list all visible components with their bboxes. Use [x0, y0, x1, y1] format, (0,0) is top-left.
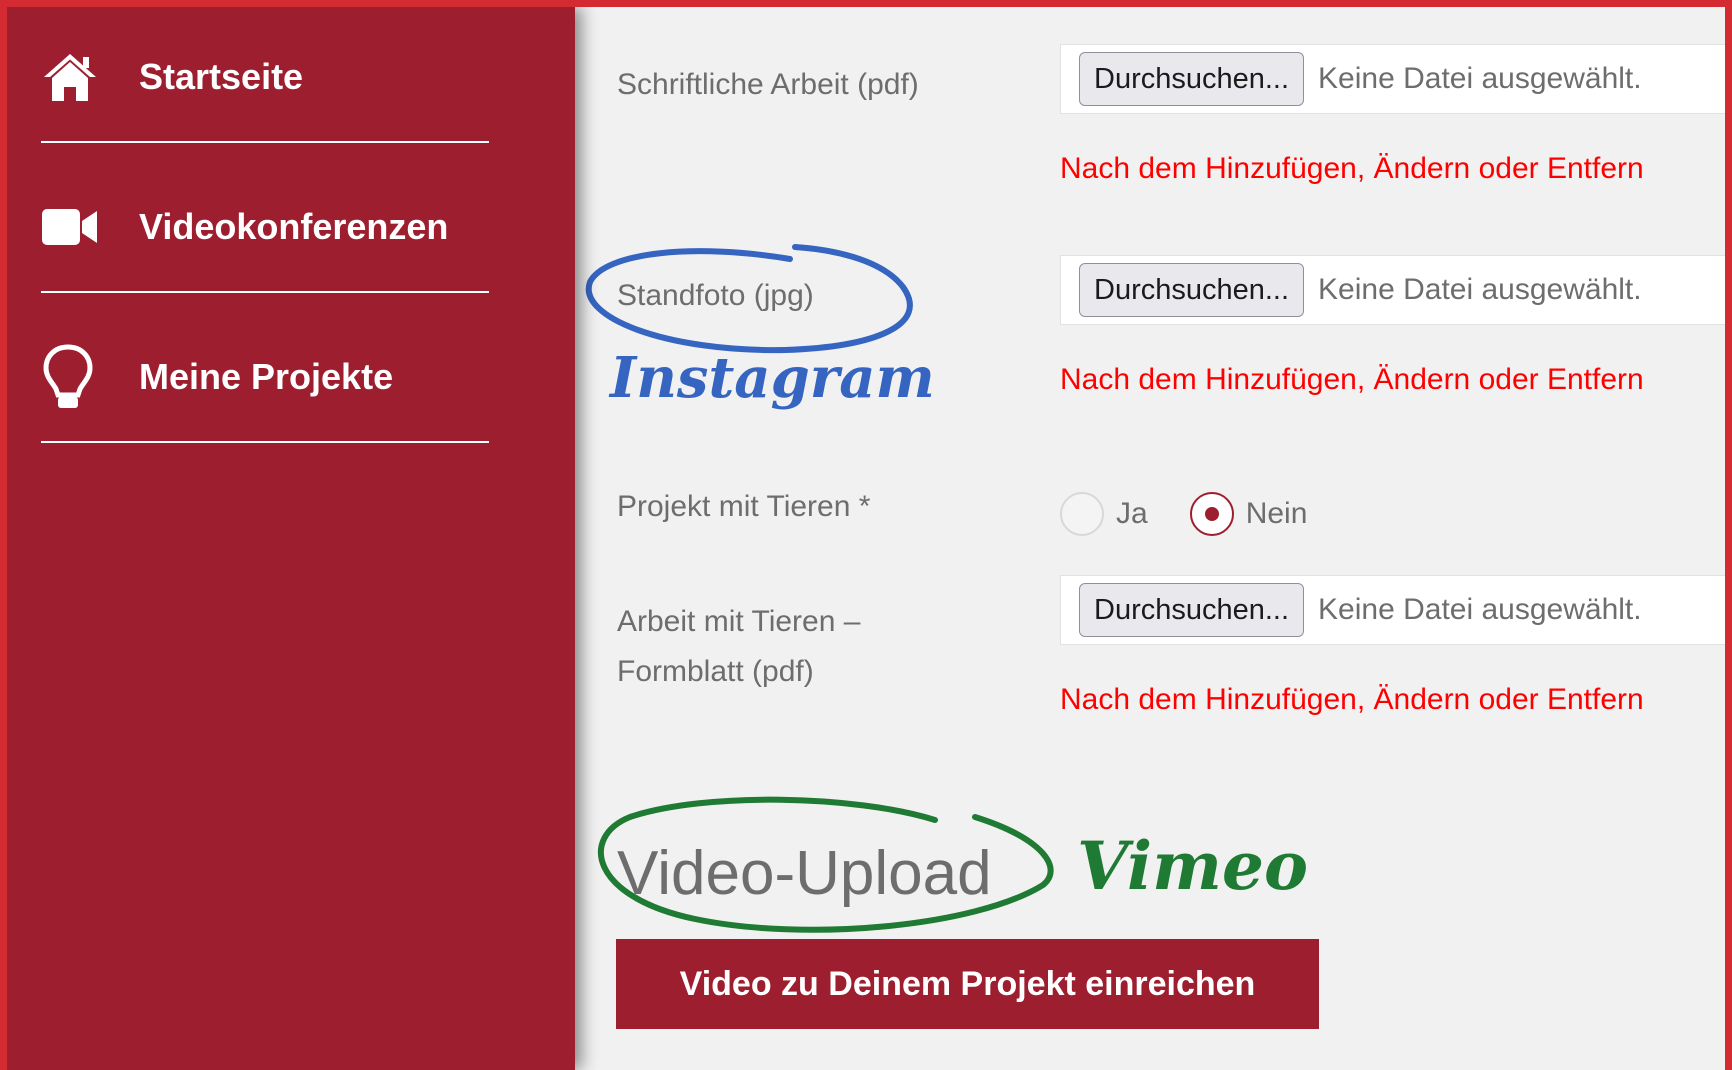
nav-divider	[41, 291, 489, 293]
nav-item-meine-projekte[interactable]: Meine Projekte	[41, 337, 489, 417]
main-content: Schriftliche Arbeit (pdf) Durchsuchen...…	[575, 7, 1732, 1070]
nav-divider	[41, 141, 489, 143]
nav-label-meine-projekte: Meine Projekte	[139, 356, 394, 397]
home-icon	[41, 51, 105, 103]
video-camera-icon	[41, 207, 105, 247]
annotation-instagram: Instagram	[610, 345, 935, 411]
lightbulb-icon	[41, 343, 105, 411]
nav-item-videokonferenzen[interactable]: Videokonferenzen	[41, 192, 489, 262]
annotation-circle-standfoto	[585, 244, 913, 354]
nav-divider	[41, 441, 489, 443]
annotation-circle-video-upload	[598, 796, 1054, 933]
annotation-layer	[585, 244, 1054, 933]
annotation-vimeo: Vimeo	[1077, 827, 1308, 905]
sidebar: Startseite Videokonferenzen Meine Projek…	[7, 7, 575, 1070]
nav-label-videokonferenzen: Videokonferenzen	[139, 206, 449, 247]
nav-item-startseite[interactable]: Startseite	[41, 42, 489, 112]
nav-label-startseite: Startseite	[139, 56, 304, 97]
